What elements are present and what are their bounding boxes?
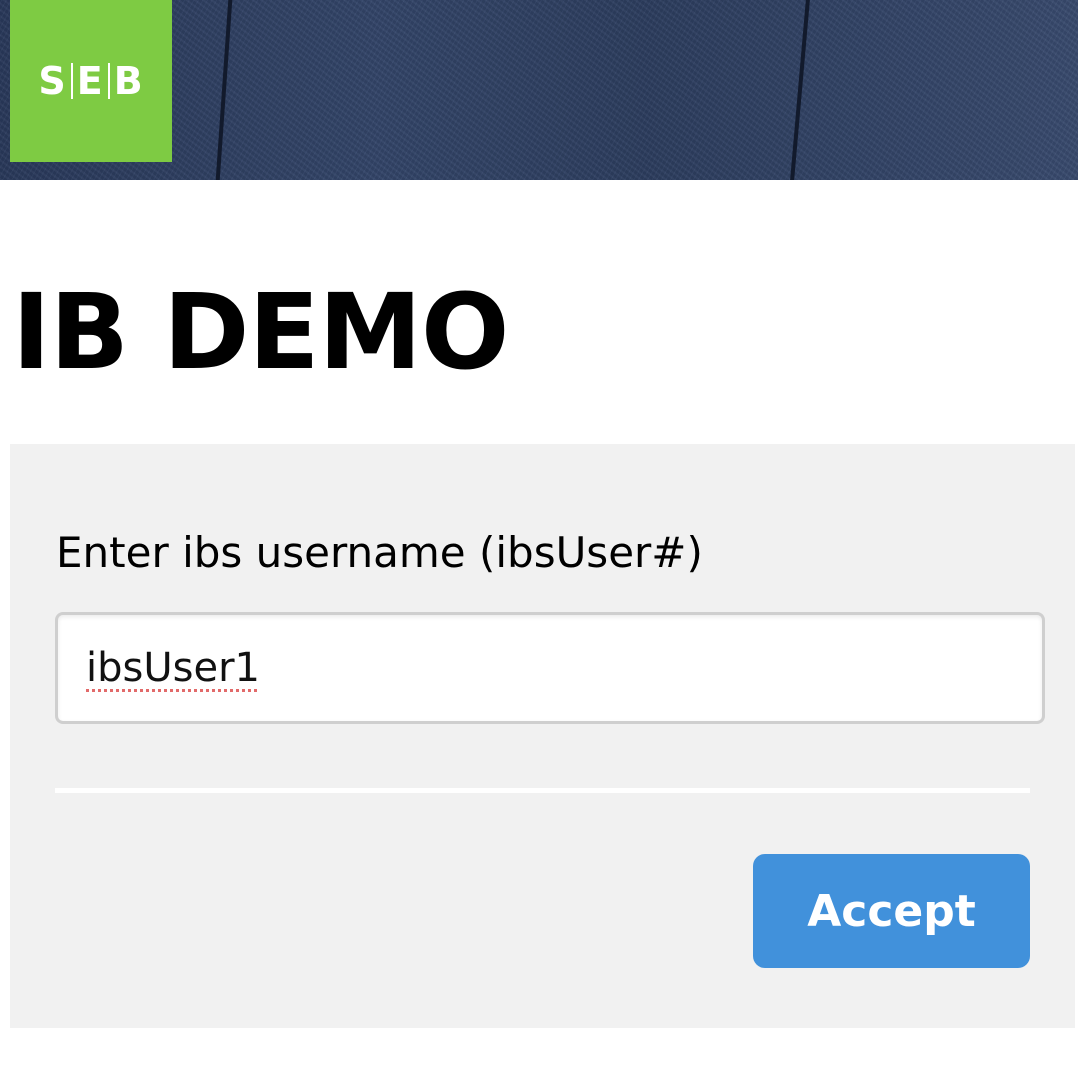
logo-separator bbox=[107, 63, 110, 99]
username-label: Enter ibs username (ibsUser#) bbox=[56, 528, 703, 577]
header-banner: S E B bbox=[0, 0, 1078, 180]
banner-texture-line bbox=[215, 0, 233, 180]
username-input-value: ibsUser1 bbox=[86, 645, 260, 691]
form-divider bbox=[55, 788, 1030, 793]
logo-separator bbox=[70, 63, 73, 99]
seb-logo-text: S E B bbox=[38, 59, 144, 103]
banner-texture-line bbox=[789, 0, 811, 180]
login-form-panel: Enter ibs username (ibsUser#) ibsUser1 A… bbox=[10, 444, 1075, 1028]
accept-button[interactable]: Accept bbox=[753, 854, 1030, 968]
seb-logo[interactable]: S E B bbox=[10, 0, 172, 162]
username-input[interactable]: ibsUser1 bbox=[55, 612, 1045, 724]
page-title: IB DEMO bbox=[12, 271, 509, 393]
